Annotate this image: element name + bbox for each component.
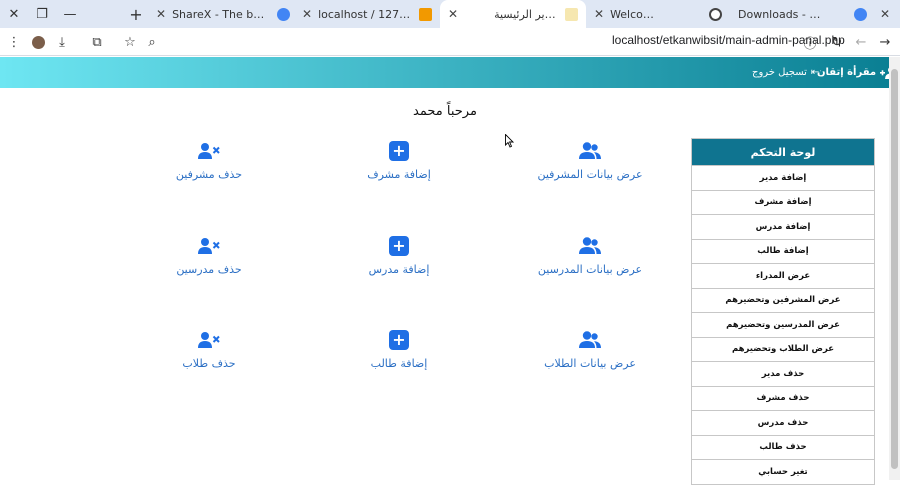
browser-tab-sharex[interactable]: ✕ ShareX - The best free and op <box>148 0 298 28</box>
action-label: عرض بيانات الطلاب <box>544 357 636 370</box>
view-teachers-link[interactable]: عرض بيانات المدرسين <box>520 235 660 276</box>
close-icon[interactable]: ✕ <box>156 7 166 21</box>
panel-item-add-teacher[interactable]: إضافة مدرس <box>692 214 874 239</box>
forward-icon[interactable]: ← <box>850 28 872 56</box>
welcome-heading: مرحباً محمد <box>413 104 477 119</box>
panel-item-delete-supervisor[interactable]: حذف مشرف <box>692 385 874 411</box>
plus-square-icon: + <box>389 140 409 162</box>
browser-tab-phpmyadmin[interactable]: ✕ localhost / 127.0.0.1 / fusho <box>294 0 440 28</box>
chrome-favicon-icon <box>854 7 867 21</box>
nav-brand[interactable]: مقرأة إتقان <box>817 57 898 88</box>
panel-item-delete-teacher[interactable]: حذف مدرس <box>692 410 874 435</box>
new-tab-button[interactable]: + <box>125 0 147 28</box>
scrollbar-thumb[interactable] <box>891 69 898 469</box>
tab-title: localhost / 127.0.0.1 / fusho <box>318 7 413 21</box>
user-x-icon <box>198 235 220 257</box>
browser-tab-admin-page[interactable]: ✕ صفحة المدير الرئيسية <box>440 0 586 28</box>
back-icon[interactable]: → <box>874 28 896 56</box>
action-label: عرض بيانات المشرفين <box>537 168 643 181</box>
panel-item-view-managers[interactable]: عرض المدراء <box>692 263 874 288</box>
panel-item-add-student[interactable]: إضافة طالب <box>692 238 874 264</box>
panel-item-delete-manager[interactable]: حذف مدير <box>692 361 874 386</box>
panel-item-delete-student[interactable]: حذف طالب <box>692 434 874 460</box>
brand-name: مقرأة إتقان <box>817 67 877 78</box>
close-icon[interactable]: ✕ <box>302 7 312 21</box>
minimize-window-icon[interactable]: — <box>56 0 84 28</box>
action-label: حذف مشرفين <box>175 168 243 181</box>
panel-item-view-students[interactable]: عرض الطلاب وتحضيرهم <box>692 336 874 362</box>
zoom-icon[interactable]: ⌕ <box>141 28 163 56</box>
tab-title: صفحة المدير الرئيسية <box>494 7 559 21</box>
panel-item-add-supervisor[interactable]: إضافة مشرف <box>692 189 874 215</box>
action-label: إضافة طالب <box>370 357 428 370</box>
user-x-icon <box>198 140 220 162</box>
plus-square-icon: + <box>389 329 409 351</box>
close-icon[interactable]: ✕ <box>880 7 890 21</box>
action-label: عرض بيانات المدرسين <box>537 263 643 276</box>
site-info-icon[interactable]: ⓘ <box>799 28 821 56</box>
chrome-favicon-icon <box>277 7 290 21</box>
user-x-icon <box>198 329 220 351</box>
delete-teachers-link[interactable]: حذف مدرسين <box>139 235 279 276</box>
control-panel-title: لوحة التحكم <box>692 139 874 165</box>
users-icon <box>579 235 601 257</box>
add-supervisor-link[interactable]: + إضافة مشرف <box>329 140 469 181</box>
action-label: حذف طلاب <box>182 357 236 370</box>
view-supervisors-link[interactable]: عرض بيانات المشرفين <box>520 140 660 181</box>
tab-close-button[interactable]: ✕ <box>872 0 900 28</box>
reload-icon[interactable]: ↻ <box>826 28 848 56</box>
browser-tab-obs[interactable]: ✕ Welcome | OBS <box>586 0 730 28</box>
logout-label: تسجيل خروج <box>752 67 807 78</box>
restore-window-icon[interactable]: ❐ <box>28 0 56 28</box>
add-teacher-link[interactable]: + إضافة مدرس <box>329 235 469 276</box>
close-window-icon[interactable]: ✕ <box>0 0 28 28</box>
obs-favicon-icon <box>709 7 722 21</box>
menu-dots-icon[interactable]: ⋮ <box>3 28 25 56</box>
mouse-cursor-icon <box>505 134 515 148</box>
action-label: حذف مدرسين <box>176 263 242 276</box>
panel-item-view-supervisors[interactable]: عرض المشرفين وتحضيرهم <box>692 287 874 313</box>
bookmark-star-icon[interactable]: ☆ <box>119 28 141 56</box>
close-icon[interactable]: ✕ <box>448 7 458 21</box>
tab-title: Downloads - ShareX <box>738 7 824 21</box>
logout-icon: ⇤ <box>810 67 820 78</box>
extensions-icon[interactable]: ⧉ <box>86 28 108 56</box>
page-favicon-icon <box>565 7 578 21</box>
view-students-link[interactable]: عرض بيانات الطلاب <box>520 329 660 370</box>
action-label: إضافة مشرف <box>367 168 431 181</box>
users-icon <box>579 140 601 162</box>
profile-avatar-icon[interactable] <box>27 28 49 56</box>
add-student-link[interactable]: + إضافة طالب <box>329 329 469 370</box>
phpmyadmin-favicon-icon <box>419 7 432 21</box>
close-icon[interactable]: ✕ <box>594 7 604 21</box>
action-label: إضافة مدرس <box>368 263 430 276</box>
delete-students-link[interactable]: حذف طلاب <box>139 329 279 370</box>
users-icon <box>579 329 601 351</box>
browser-tab-downloads[interactable]: Downloads - ShareX <box>730 0 875 28</box>
control-panel: لوحة التحكم إضافة مدير إضافة مشرف إضافة … <box>691 138 875 485</box>
logout-link[interactable]: تسجيل خروج ⇤ <box>752 57 819 88</box>
panel-item-add-manager[interactable]: إضافة مدير <box>692 165 874 190</box>
download-icon[interactable]: ⤓ <box>51 28 73 56</box>
delete-supervisors-link[interactable]: حذف مشرفين <box>139 140 279 181</box>
panel-item-view-teachers[interactable]: عرض المدرسين وتحضيرهم <box>692 312 874 337</box>
tab-title: Welcome | OBS <box>610 7 663 21</box>
page-scrollbar[interactable] <box>889 57 900 480</box>
plus-square-icon: + <box>389 235 409 257</box>
tab-title: ShareX - The best free and op <box>172 7 271 21</box>
